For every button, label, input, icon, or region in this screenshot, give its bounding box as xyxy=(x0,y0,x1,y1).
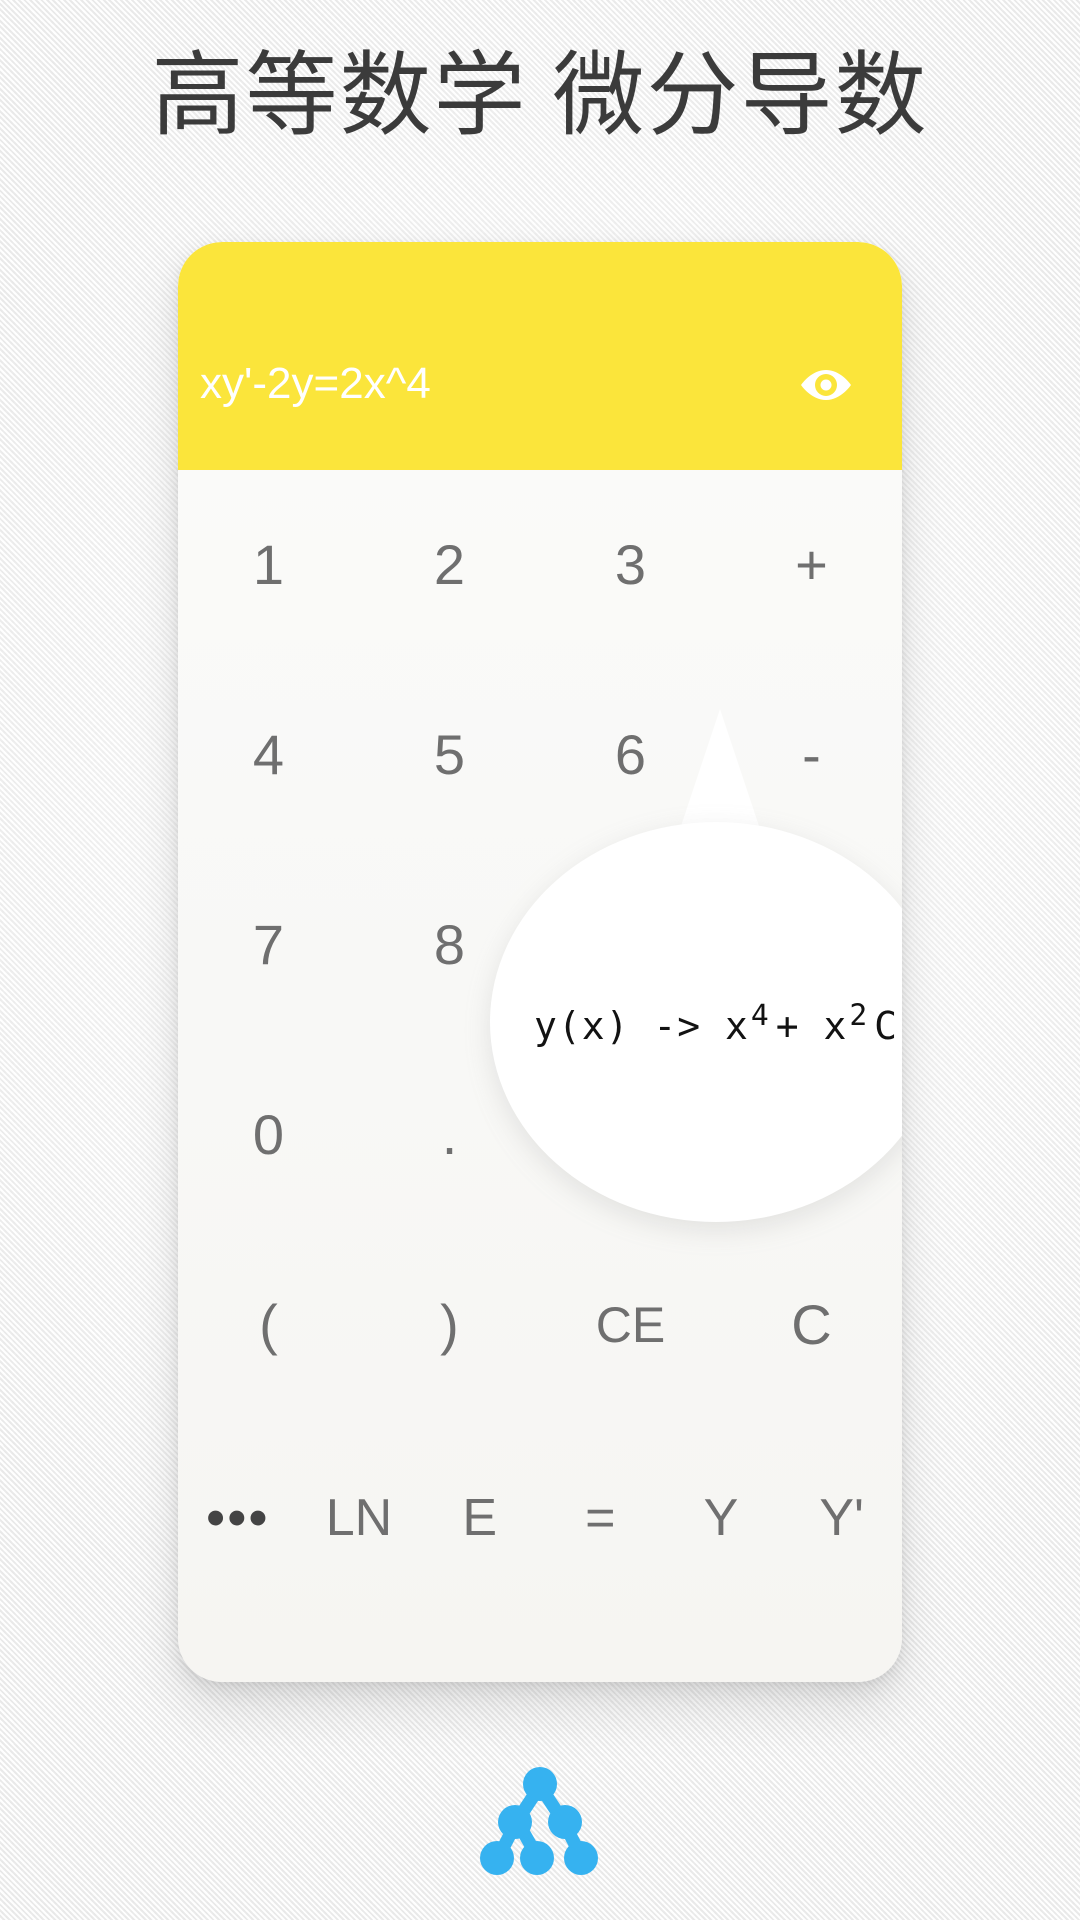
key-plus[interactable]: + xyxy=(721,470,902,660)
key-clear-entry[interactable]: CE xyxy=(540,1230,721,1420)
result-suffix: C xyxy=(874,1004,899,1048)
calculator-card: xy'-2y=2x^4 1 2 3 + 4 5 6 - 7 8 9 × xyxy=(178,242,902,1682)
result-bubble-tail xyxy=(678,709,762,835)
key-0[interactable]: 0 xyxy=(178,1040,359,1230)
result-middle: + x xyxy=(775,1004,848,1048)
page-title: 高等数学 微分导数 xyxy=(151,45,929,147)
key-5[interactable]: 5 xyxy=(359,660,540,850)
result-exponent-1: 4 xyxy=(750,997,770,1033)
keypad-function-row: ••• LN E = Y Y' xyxy=(178,1420,902,1616)
key-4[interactable]: 4 xyxy=(178,660,359,850)
key-1[interactable]: 1 xyxy=(178,470,359,660)
key-y-prime[interactable]: Y' xyxy=(781,1420,902,1616)
key-more-options[interactable]: ••• xyxy=(178,1420,299,1616)
eye-icon[interactable] xyxy=(798,364,854,406)
keypad-row: ( ) CE C xyxy=(178,1230,902,1420)
keypad-row: 4 5 6 - xyxy=(178,660,902,850)
key-close-paren[interactable]: ) xyxy=(359,1230,540,1420)
key-equals[interactable]: = xyxy=(540,1420,661,1616)
key-e[interactable]: E xyxy=(419,1420,540,1616)
key-3[interactable]: 3 xyxy=(540,470,721,660)
key-7[interactable]: 7 xyxy=(178,850,359,1040)
result-prefix: y(x) -> x xyxy=(533,1004,749,1048)
key-open-paren[interactable]: ( xyxy=(178,1230,359,1420)
result-expression: y(x) -> x4 + x2 C xyxy=(533,1000,899,1048)
expression-input[interactable]: xy'-2y=2x^4 xyxy=(200,356,431,412)
key-y[interactable]: Y xyxy=(661,1420,782,1616)
keypad-row: 1 2 3 + xyxy=(178,470,902,660)
expression-header: xy'-2y=2x^4 xyxy=(178,242,902,470)
key-ln[interactable]: LN xyxy=(299,1420,420,1616)
key-2[interactable]: 2 xyxy=(359,470,540,660)
tree-graph-icon xyxy=(475,1766,605,1886)
result-exponent-2: 2 xyxy=(849,997,869,1033)
key-clear[interactable]: C xyxy=(721,1230,902,1420)
